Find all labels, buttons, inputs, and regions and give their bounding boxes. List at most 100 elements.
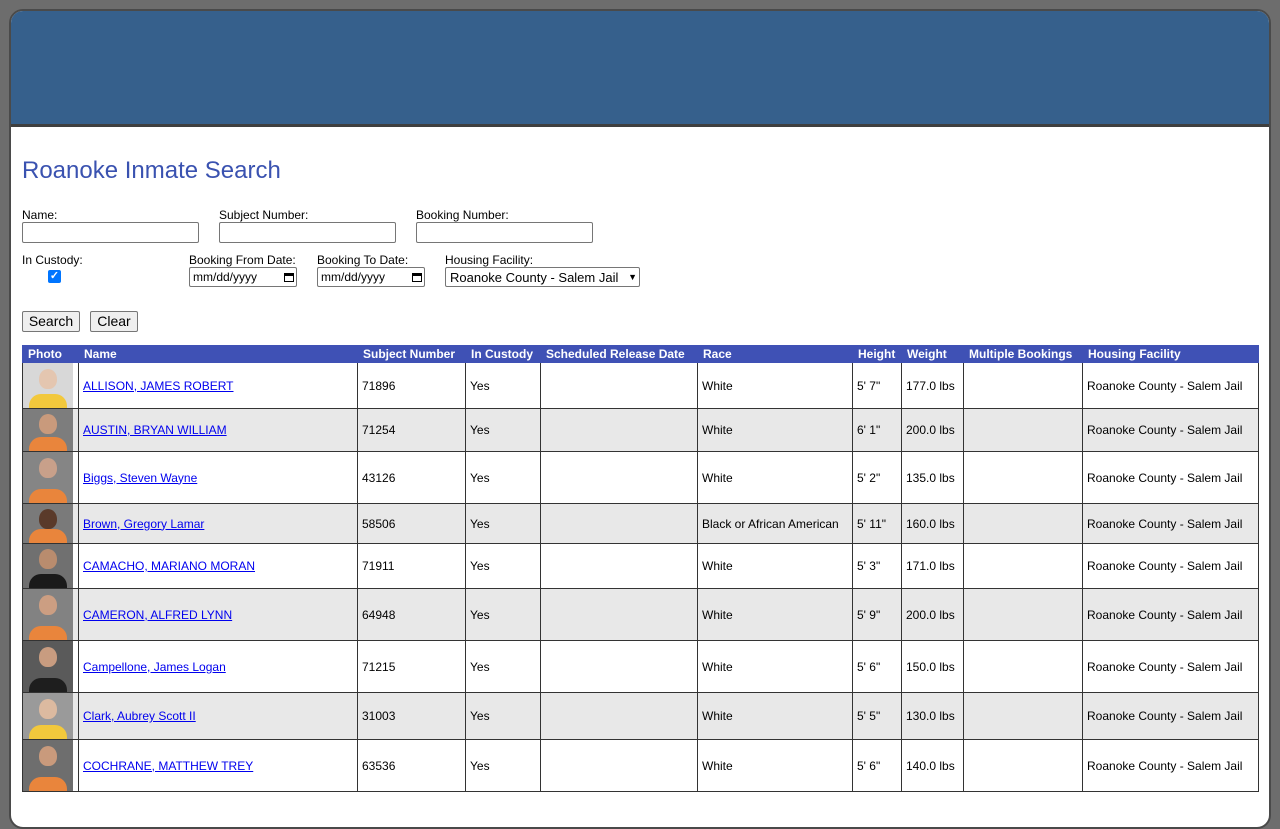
in-custody-checkbox[interactable]: ✓	[48, 270, 61, 283]
race-cell: White	[697, 543, 853, 589]
inmate-name-link[interactable]: AUSTIN, BRYAN WILLIAM	[83, 423, 227, 437]
column-header-in-custody: In Custody	[465, 345, 541, 363]
multiple-bookings-cell	[963, 640, 1083, 693]
housing-facility-cell: Roanoke County - Salem Jail	[1082, 739, 1259, 792]
housing-facility-cell: Roanoke County - Salem Jail	[1082, 640, 1259, 693]
scheduled-release-cell	[540, 503, 698, 544]
inmate-photo[interactable]	[23, 641, 73, 692]
scheduled-release-cell	[540, 739, 698, 792]
booking-to-date-input[interactable]: mm/dd/yyyy	[317, 267, 425, 287]
housing-facility-cell: Roanoke County - Salem Jail	[1082, 692, 1259, 740]
head-shape	[39, 414, 57, 434]
scheduled-release-cell	[540, 543, 698, 589]
booking-from-label: Booking From Date:	[189, 253, 296, 267]
housing-facility-cell: Roanoke County - Salem Jail	[1082, 588, 1259, 641]
inmate-name-link[interactable]: Campellone, James Logan	[83, 660, 226, 674]
photo-cell	[22, 408, 79, 452]
inmate-photo[interactable]	[23, 740, 73, 791]
inmate-name-link[interactable]: Brown, Gregory Lamar	[83, 517, 204, 531]
inmate-name-link[interactable]: CAMERON, ALFRED LYNN	[83, 608, 232, 622]
subject-number-cell: 71911	[357, 543, 466, 589]
column-header-photo: Photo	[22, 345, 79, 363]
photo-cell	[22, 692, 79, 740]
in-custody-cell: Yes	[465, 362, 541, 409]
height-cell: 6' 1"	[852, 408, 902, 452]
chevron-down-icon: ▼	[628, 272, 637, 282]
multiple-bookings-cell	[963, 362, 1083, 409]
inmate-photo[interactable]	[23, 409, 73, 451]
booking-number-input[interactable]	[416, 222, 593, 243]
booking-to-label: Booking To Date:	[317, 253, 409, 267]
race-cell: White	[697, 451, 853, 504]
housing-facility-label: Housing Facility:	[445, 253, 534, 267]
weight-cell: 200.0 lbs	[901, 588, 964, 641]
in-custody-cell: Yes	[465, 640, 541, 693]
multiple-bookings-cell	[963, 451, 1083, 504]
weight-cell: 140.0 lbs	[901, 739, 964, 792]
inmate-photo[interactable]	[23, 544, 73, 588]
shirt-shape	[29, 529, 67, 543]
calendar-icon[interactable]	[412, 272, 422, 282]
height-cell: 5' 2"	[852, 451, 902, 504]
column-header-race: Race	[697, 345, 853, 363]
calendar-icon[interactable]	[284, 272, 294, 282]
race-cell: Black or African American	[697, 503, 853, 544]
column-header-subject-number: Subject Number	[357, 345, 466, 363]
table-row: COCHRANE, MATTHEW TREY 63536 Yes White 5' 6"…	[22, 739, 1259, 792]
inmate-name-link[interactable]: CAMACHO, MARIANO MORAN	[83, 559, 255, 573]
column-header-multiple-bookings: Multiple Bookings	[963, 345, 1083, 363]
in-custody-cell: Yes	[465, 588, 541, 641]
subject-number-input[interactable]	[219, 222, 396, 243]
housing-facility-select[interactable]: Roanoke County - Salem Jail ▼	[445, 267, 640, 287]
photo-cell	[22, 362, 79, 409]
height-cell: 5' 6"	[852, 739, 902, 792]
subject-number-cell: 63536	[357, 739, 466, 792]
name-cell: AUSTIN, BRYAN WILLIAM	[78, 408, 358, 452]
subject-number-cell: 31003	[357, 692, 466, 740]
table-row: AUSTIN, BRYAN WILLIAM 71254 Yes White 6' 1" 2…	[22, 408, 1259, 452]
inmate-photo[interactable]	[23, 452, 73, 503]
photo-cell	[22, 451, 79, 504]
inmate-name-link[interactable]: Biggs, Steven Wayne	[83, 471, 197, 485]
height-cell: 5' 3"	[852, 543, 902, 589]
weight-cell: 171.0 lbs	[901, 543, 964, 589]
height-cell: 5' 11"	[852, 503, 902, 544]
inmate-photo[interactable]	[23, 693, 73, 739]
name-cell: CAMERON, ALFRED LYNN	[78, 588, 358, 641]
table-row: Clark, Aubrey Scott II 31003 Yes White 5' 5"…	[22, 692, 1259, 740]
inmate-photo[interactable]	[23, 363, 73, 408]
column-header-scheduled-release-date: Scheduled Release Date	[540, 345, 698, 363]
clear-button[interactable]: Clear	[90, 311, 138, 332]
name-cell: Brown, Gregory Lamar	[78, 503, 358, 544]
in-custody-cell: Yes	[465, 503, 541, 544]
weight-cell: 150.0 lbs	[901, 640, 964, 693]
inmate-photo[interactable]	[23, 504, 73, 543]
name-cell: Campellone, James Logan	[78, 640, 358, 693]
housing-facility-cell: Roanoke County - Salem Jail	[1082, 503, 1259, 544]
name-cell: CAMACHO, MARIANO MORAN	[78, 543, 358, 589]
photo-cell	[22, 503, 79, 544]
shirt-shape	[29, 489, 67, 503]
name-input[interactable]	[22, 222, 199, 243]
inmate-name-link[interactable]: Clark, Aubrey Scott II	[83, 709, 196, 723]
multiple-bookings-cell	[963, 408, 1083, 452]
in-custody-cell: Yes	[465, 692, 541, 740]
search-button[interactable]: Search	[22, 311, 80, 332]
page-title: Roanoke Inmate Search	[22, 157, 281, 184]
table-row: ALLISON, JAMES ROBERT 71896 Yes White 5' 7" 1…	[22, 362, 1259, 409]
booking-from-date-input[interactable]: mm/dd/yyyy	[189, 267, 297, 287]
booking-to-placeholder: mm/dd/yyyy	[321, 270, 386, 284]
inmate-name-link[interactable]: COCHRANE, MATTHEW TREY	[83, 759, 253, 773]
head-shape	[39, 509, 57, 529]
inmate-photo[interactable]	[23, 589, 73, 640]
column-header-housing-facility: Housing Facility	[1082, 345, 1259, 363]
inmate-name-link[interactable]: ALLISON, JAMES ROBERT	[83, 379, 234, 393]
subject-number-label: Subject Number:	[219, 208, 309, 222]
shirt-shape	[29, 626, 67, 640]
subject-number-cell: 64948	[357, 588, 466, 641]
housing-facility-selected: Roanoke County - Salem Jail	[450, 269, 619, 285]
photo-cell	[22, 640, 79, 693]
page-frame: Roanoke Inmate Search Name: Subject Numb…	[9, 9, 1271, 829]
shirt-shape	[29, 437, 67, 451]
housing-facility-cell: Roanoke County - Salem Jail	[1082, 543, 1259, 589]
